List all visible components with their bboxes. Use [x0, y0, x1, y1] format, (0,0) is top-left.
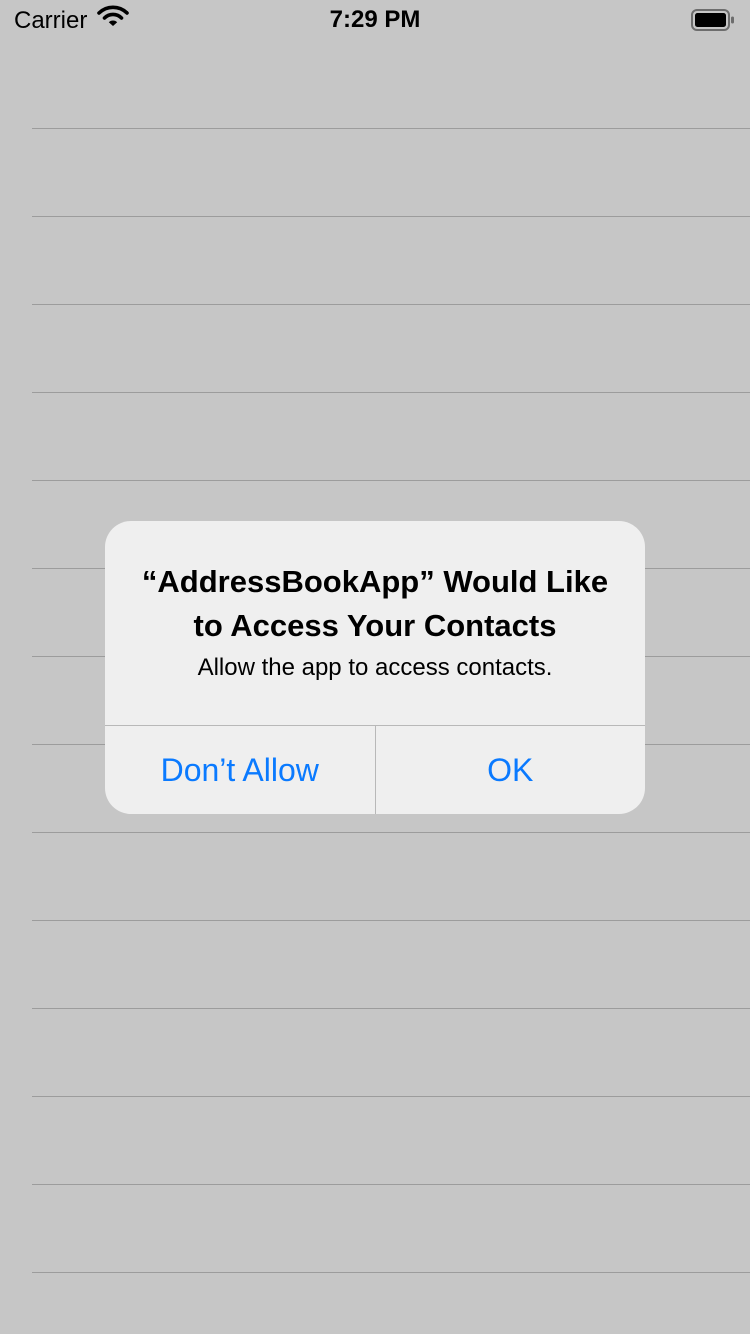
table-row[interactable] — [32, 1096, 750, 1185]
alert-message: Allow the app to access contacts. — [197, 654, 553, 681]
battery-icon — [691, 9, 735, 31]
table-row[interactable] — [32, 128, 750, 217]
table-row[interactable] — [32, 832, 750, 921]
table-row[interactable] — [32, 920, 750, 1009]
alert-actions: Don’t Allow OK — [105, 725, 645, 814]
dont-allow-button[interactable]: Don’t Allow — [105, 726, 375, 814]
table-row[interactable] — [32, 40, 750, 129]
alert-body: “AddressBookApp” Would Like to Access Yo… — [105, 521, 645, 725]
table-row[interactable] — [32, 216, 750, 305]
table-row[interactable] — [32, 304, 750, 393]
table-row[interactable] — [32, 1008, 750, 1097]
table-row[interactable] — [32, 1184, 750, 1273]
permission-alert: “AddressBookApp” Would Like to Access Yo… — [105, 521, 645, 814]
table-row[interactable] — [32, 392, 750, 481]
status-time: 7:29 PM — [329, 6, 421, 33]
status-bar: Carrier 7:29 PM — [0, 0, 750, 40]
alert-title: “AddressBookApp” Would Like to Access Yo… — [141, 564, 609, 643]
ok-button[interactable]: OK — [374, 726, 646, 814]
